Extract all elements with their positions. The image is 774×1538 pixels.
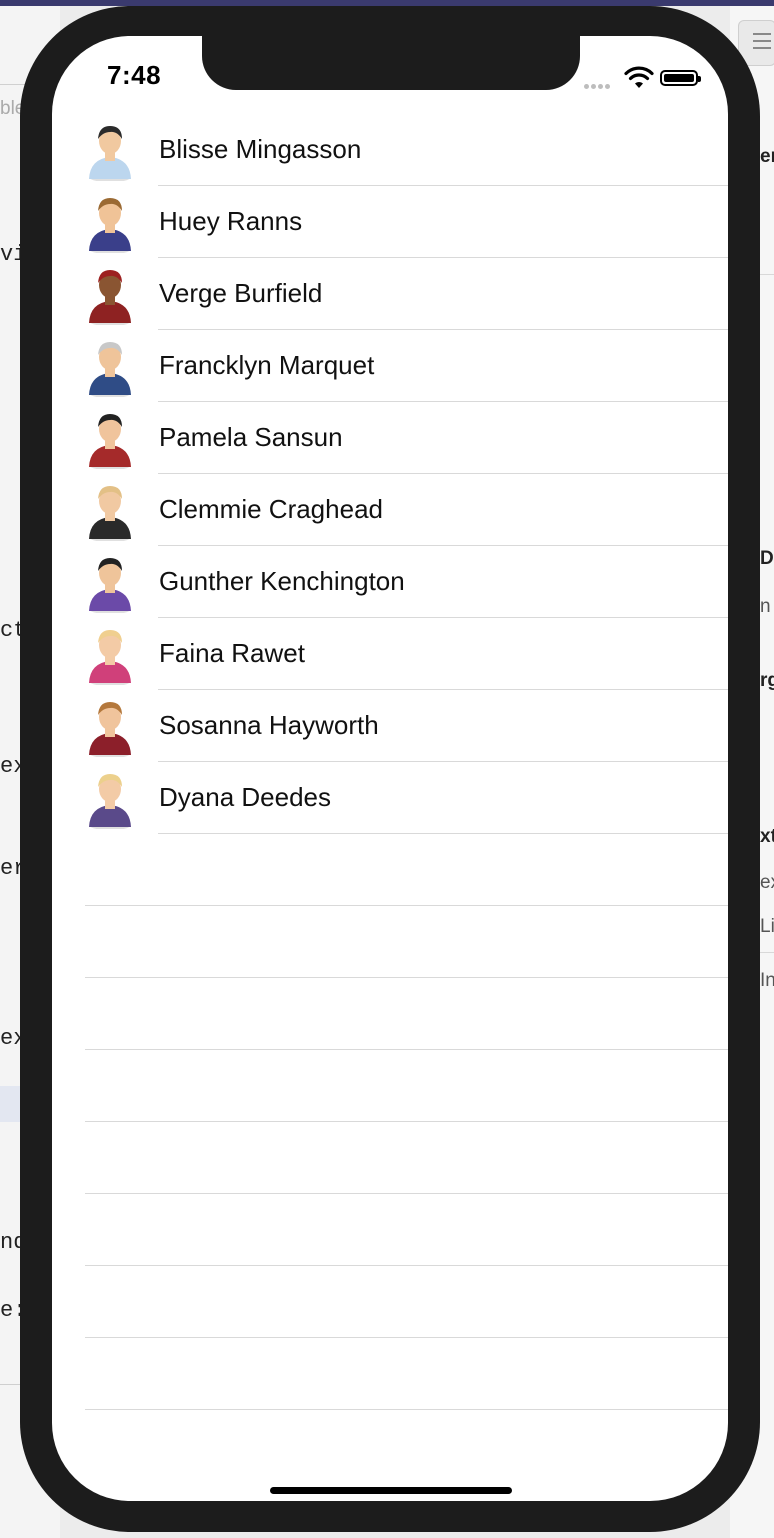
- wifi-icon: [624, 66, 654, 88]
- woman-sunglasses-pink-icon: [85, 625, 135, 686]
- contact-name: Dyana Deedes: [159, 782, 331, 812]
- empty-row: [52, 978, 728, 1050]
- contact-name: Gunther Kenchington: [159, 566, 405, 596]
- contact-name: Blisse Mingasson: [159, 134, 362, 164]
- empty-row: [52, 834, 728, 906]
- contact-row[interactable]: Faina Rawet: [52, 618, 728, 690]
- ide-fragment: D: [760, 548, 774, 569]
- empty-row: [52, 1266, 728, 1338]
- contact-row[interactable]: Gunther Kenchington: [52, 546, 728, 618]
- empty-row: [52, 1194, 728, 1266]
- empty-row: [52, 1050, 728, 1122]
- man-gray-hair-icon: [85, 337, 135, 398]
- iphone-frame: 7:48 Blisse Mingasson Huey Ranns Verge B…: [20, 6, 760, 1532]
- ide-fragment: xt: [760, 826, 774, 847]
- contact-row[interactable]: Sosanna Hayworth: [52, 690, 728, 762]
- home-indicator[interactable]: [270, 1487, 512, 1494]
- ide-fragment: en: [760, 146, 774, 167]
- ide-fragment: Li: [760, 916, 774, 937]
- contact-row[interactable]: Pamela Sansun: [52, 402, 728, 474]
- cellular-signal-icon: [584, 76, 612, 94]
- man-red-cap-icon: [85, 265, 135, 326]
- battery-icon: [660, 70, 701, 86]
- contact-name: Faina Rawet: [159, 638, 305, 668]
- contact-name: Clemmie Craghead: [159, 494, 383, 524]
- contact-name: Verge Burfield: [159, 278, 323, 308]
- ide-fragment: ex: [760, 872, 774, 893]
- ide-fragment: n: [760, 596, 771, 617]
- contact-row[interactable]: Huey Ranns: [52, 186, 728, 258]
- woman-blonde-purple-icon: [85, 769, 135, 830]
- phone-screen: 7:48 Blisse Mingasson Huey Ranns Verge B…: [52, 36, 728, 1501]
- ide-fragment: In: [760, 970, 774, 991]
- contact-row[interactable]: Dyana Deedes: [52, 762, 728, 834]
- notch: [202, 36, 580, 90]
- contact-name: Francklyn Marquet: [159, 350, 375, 380]
- empty-row: [52, 1338, 728, 1410]
- contact-row[interactable]: Verge Burfield: [52, 258, 728, 330]
- empty-row: [52, 906, 728, 978]
- woman-dark-hair-icon: [85, 409, 135, 470]
- contact-row[interactable]: Blisse Mingasson: [52, 114, 728, 186]
- contact-row[interactable]: Francklyn Marquet: [52, 330, 728, 402]
- contact-name: Sosanna Hayworth: [159, 710, 379, 740]
- ide-fragment: rg: [760, 670, 774, 691]
- contact-name: Pamela Sansun: [159, 422, 343, 452]
- row-separator: [85, 1409, 728, 1410]
- woman-brown-hair-icon: [85, 697, 135, 758]
- man-purple-vest-icon: [85, 553, 135, 614]
- status-icons: [584, 64, 704, 92]
- woman-blonde-black-top-icon: [85, 481, 135, 542]
- man-green-scarf-icon: [85, 193, 135, 254]
- contacts-table: Blisse Mingasson Huey Ranns Verge Burfie…: [52, 114, 728, 1410]
- status-time: 7:48: [107, 60, 162, 90]
- contact-name: Huey Ranns: [159, 206, 303, 236]
- empty-row: [52, 1122, 728, 1194]
- man-light-blue-shirt-icon: [85, 121, 135, 182]
- contact-row[interactable]: Clemmie Craghead: [52, 474, 728, 546]
